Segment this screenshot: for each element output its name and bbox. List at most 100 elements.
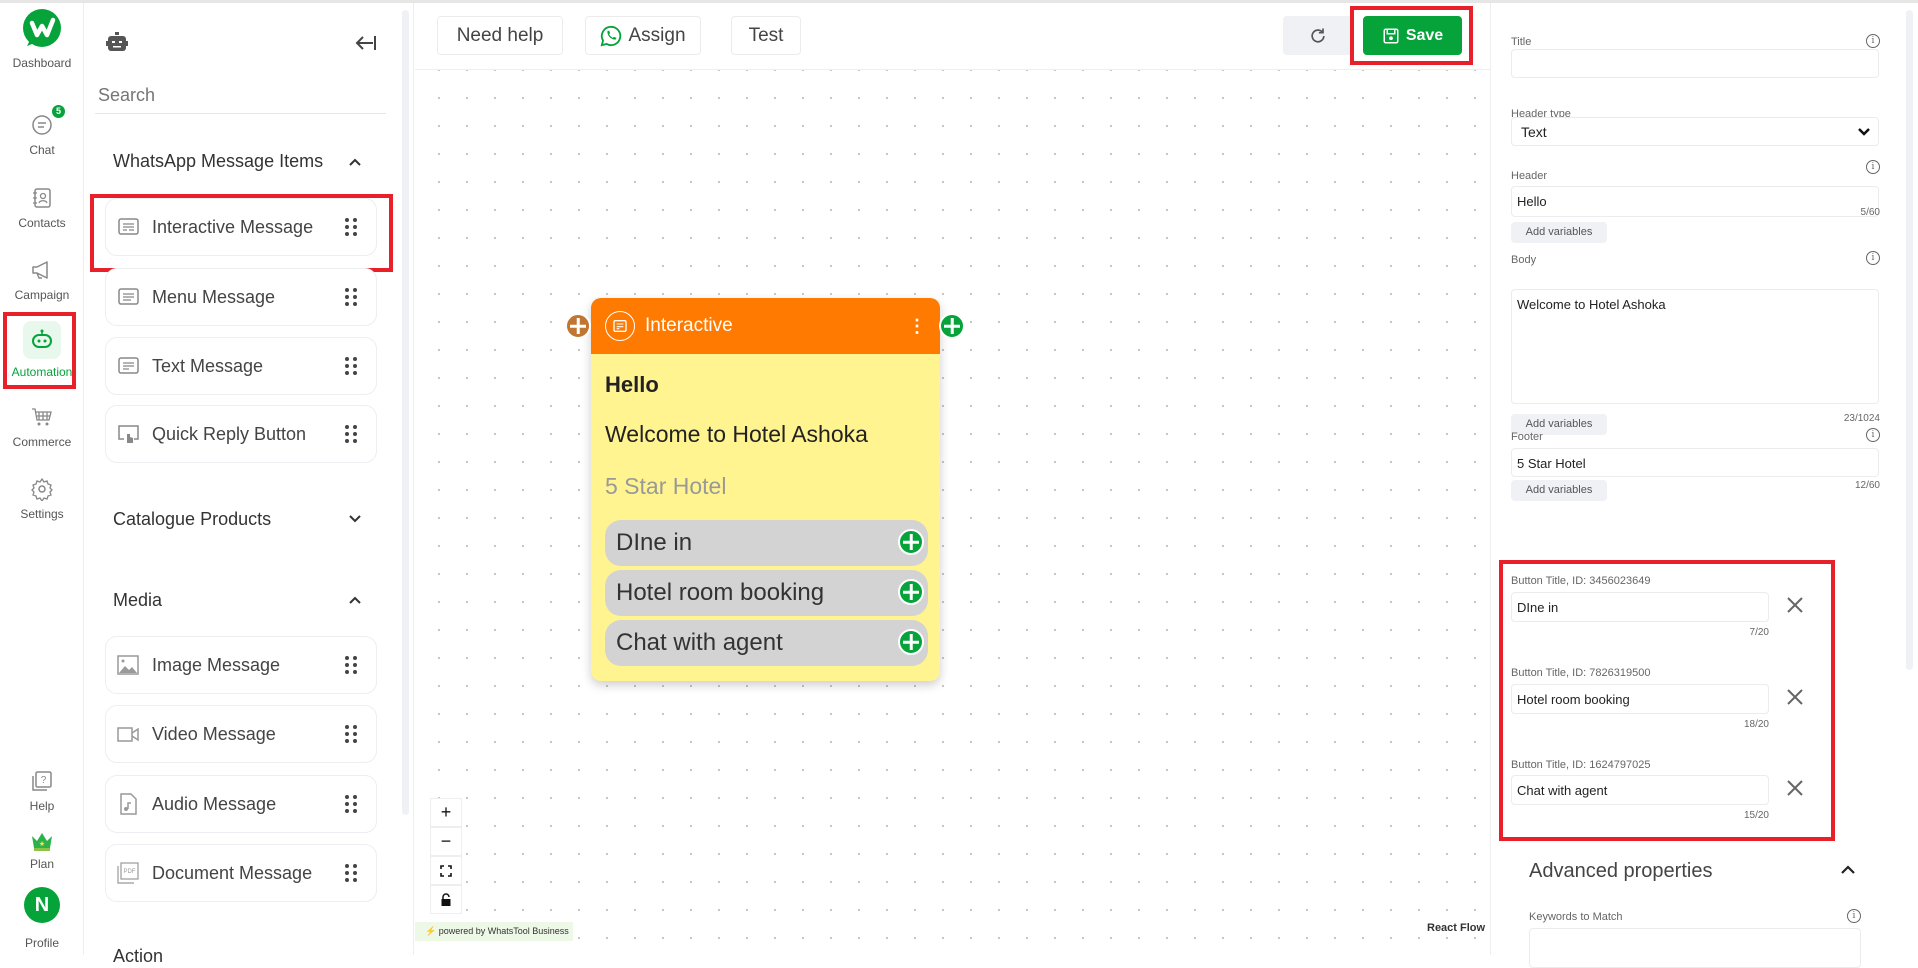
drag-handle-icon[interactable]: [344, 794, 358, 814]
bolt-icon: ⚡: [425, 926, 437, 936]
video-icon: [117, 727, 139, 742]
info-icon[interactable]: i: [1866, 251, 1880, 265]
chevron-down-icon: [1858, 128, 1870, 136]
properties-scrollbar[interactable]: [1906, 10, 1913, 670]
add-variables-button[interactable]: Add variables: [1511, 222, 1607, 243]
button-label: Test: [748, 24, 784, 46]
svg-text:PDF: PDF: [124, 869, 136, 875]
node-button[interactable]: Hotel room booking: [605, 570, 928, 616]
item-video-message[interactable]: Video Message: [105, 705, 377, 763]
need-help-button[interactable]: Need help: [437, 16, 563, 55]
add-connection-icon[interactable]: [898, 529, 924, 555]
help-icon: ?: [32, 771, 52, 791]
fit-view-button[interactable]: [430, 856, 462, 885]
test-button[interactable]: Test: [731, 16, 801, 55]
nav-dashboard[interactable]: Dashboard: [0, 8, 84, 70]
nav-help[interactable]: ? Help: [0, 769, 84, 813]
item-label: Image Message: [152, 654, 281, 675]
button-label: Need help: [456, 24, 544, 46]
node-button-label: Hotel room booking: [616, 579, 825, 606]
header-type-select[interactable]: Text: [1511, 117, 1879, 146]
section-media[interactable]: Media: [113, 590, 162, 611]
advanced-properties-toggle[interactable]: Advanced properties: [1529, 860, 1712, 883]
footer-char-count: 12/60: [1854, 480, 1880, 491]
node-header: Interactive ⋮: [591, 298, 940, 354]
nav-contacts[interactable]: Contacts: [0, 186, 84, 230]
section-catalogue-products[interactable]: Catalogue Products: [113, 509, 271, 530]
chat-icon: [32, 115, 52, 135]
nav-commerce[interactable]: Commerce: [0, 405, 84, 449]
chevron-up-icon[interactable]: [346, 153, 364, 171]
nav-plan[interactable]: ★ Plan: [0, 830, 84, 871]
title-input[interactable]: [1511, 49, 1879, 78]
info-icon[interactable]: i: [1866, 34, 1880, 48]
chat-badge: 5: [52, 105, 65, 118]
nav-profile[interactable]: N Profile: [0, 887, 84, 950]
nav-campaign[interactable]: Campaign: [0, 258, 84, 302]
collapse-panel-icon[interactable]: [353, 33, 377, 53]
nav-settings[interactable]: Settings: [0, 477, 84, 521]
info-icon[interactable]: i: [1866, 428, 1880, 442]
nav-label: Settings: [20, 507, 64, 521]
info-icon[interactable]: i: [1866, 160, 1880, 174]
header-input[interactable]: Hello: [1511, 186, 1879, 217]
nav-chat[interactable]: 5 Chat: [0, 105, 84, 157]
cart-icon: [32, 408, 52, 426]
node-button[interactable]: DIne in: [605, 520, 928, 566]
add-connection-icon[interactable]: [898, 629, 924, 655]
input-handle-icon[interactable]: [565, 313, 591, 339]
lock-button[interactable]: [430, 885, 462, 914]
assign-button[interactable]: Assign: [585, 16, 701, 55]
interactive-node[interactable]: Interactive ⋮ Hello Welcome to Hotel Ash…: [591, 298, 940, 681]
refresh-button[interactable]: [1283, 16, 1353, 55]
output-handle-icon[interactable]: [939, 313, 965, 339]
highlight-buttons: [1499, 560, 1835, 841]
keywords-input[interactable]: [1529, 928, 1861, 968]
item-menu-message[interactable]: Menu Message: [105, 268, 377, 326]
chevron-up-icon[interactable]: [346, 591, 364, 609]
body-textarea[interactable]: Welcome to Hotel Ashoka: [1511, 289, 1879, 404]
section-whatsapp-message-items[interactable]: WhatsApp Message Items: [113, 151, 323, 172]
nav-label: Plan: [29, 857, 55, 871]
drag-handle-icon[interactable]: [344, 356, 358, 376]
drag-handle-icon[interactable]: [344, 655, 358, 675]
zoom-out-button[interactable]: −: [430, 827, 462, 856]
flow-canvas[interactable]: [415, 70, 1490, 955]
search-input[interactable]: [95, 78, 386, 114]
chevron-up-icon[interactable]: [1840, 863, 1856, 877]
text-message-icon: [118, 357, 139, 374]
panel-scrollbar[interactable]: [402, 10, 409, 815]
highlight-save: [1350, 6, 1473, 65]
item-document-message[interactable]: PDF Document Message: [105, 844, 377, 902]
title-label: Title: [1511, 36, 1532, 48]
drag-handle-icon[interactable]: [344, 287, 358, 307]
drag-handle-icon[interactable]: [344, 424, 358, 444]
plus-icon: +: [440, 802, 452, 822]
interactive-node-icon: [605, 311, 635, 341]
header-label: Header: [1511, 170, 1548, 182]
add-variables-button[interactable]: Add variables: [1511, 480, 1607, 501]
item-image-message[interactable]: Image Message: [105, 636, 377, 694]
item-quick-reply-button[interactable]: Quick Reply Button: [105, 405, 377, 463]
pdf-icon: PDF: [117, 862, 139, 884]
node-button[interactable]: Chat with agent: [605, 620, 928, 666]
chevron-down-icon[interactable]: [346, 510, 364, 528]
info-icon[interactable]: i: [1847, 909, 1861, 923]
svg-text:?: ?: [41, 775, 47, 786]
item-text-message[interactable]: Text Message: [105, 337, 377, 395]
drag-handle-icon[interactable]: [344, 863, 358, 883]
item-audio-message[interactable]: Audio Message: [105, 775, 377, 833]
powered-by-text: powered by WhatsTool Business: [438, 926, 569, 936]
node-menu-icon[interactable]: ⋮: [908, 317, 926, 335]
minus-icon: −: [440, 831, 452, 851]
body-char-count: 23/1024: [1843, 413, 1880, 424]
add-connection-icon[interactable]: [898, 579, 924, 605]
footer-input[interactable]: 5 Star Hotel: [1511, 448, 1879, 477]
drag-handle-icon[interactable]: [344, 724, 358, 744]
zoom-in-button[interactable]: +: [430, 798, 462, 827]
nav-label: Campaign: [14, 288, 70, 302]
react-flow-attribution[interactable]: React Flow: [1427, 922, 1485, 934]
powered-by-badge[interactable]: ⚡ powered by WhatsTool Business: [415, 922, 573, 941]
section-action[interactable]: Action: [113, 946, 163, 967]
button-label: Assign: [628, 24, 686, 46]
